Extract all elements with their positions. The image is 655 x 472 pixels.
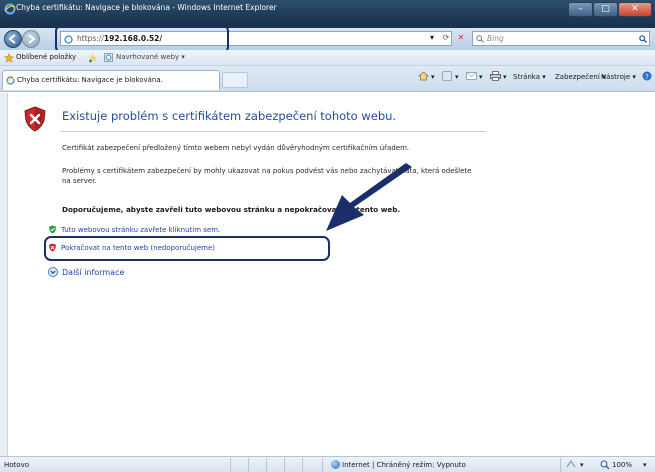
add-favorite-icon[interactable]	[88, 53, 98, 63]
address-dropdown-button[interactable]: ▾	[427, 31, 437, 45]
tools-menu[interactable]: Nástroje ▾	[601, 73, 641, 81]
tab-page-icon	[6, 76, 15, 85]
status-separator	[230, 458, 231, 472]
favorites-star-icon	[4, 53, 14, 63]
status-separator	[322, 458, 323, 472]
shield-error-icon	[24, 106, 46, 132]
protected-mode-dropdown[interactable]: ▾	[580, 461, 584, 469]
bing-icon	[476, 35, 484, 43]
title-divider	[60, 131, 486, 132]
status-bar: Hotovo Internet | Chráněný režim: Vypnut…	[0, 456, 655, 472]
protected-mode-icon[interactable]	[566, 460, 576, 469]
svg-text:?: ?	[645, 73, 649, 81]
zoom-level[interactable]: 100%	[612, 461, 632, 469]
left-frame-border	[0, 93, 8, 456]
certificate-explanation: Certifikát zabezpečení předložený tímto …	[62, 144, 410, 152]
feeds-icon[interactable]	[442, 71, 452, 81]
status-separator	[284, 458, 285, 472]
close-page-link-label: Tuto webovou stránku zavřete kliknutím s…	[61, 226, 221, 234]
internet-zone-icon	[331, 460, 340, 469]
forward-button[interactable]	[22, 30, 40, 48]
search-placeholder: Bing	[487, 34, 504, 43]
favorites-bar: Oblíbené položky Navrhované weby ▾	[0, 50, 655, 66]
safety-menu[interactable]: Zabezpečení ▾	[555, 73, 606, 81]
favorites-button[interactable]: Oblíbené položky	[16, 53, 76, 61]
green-shield-icon	[49, 225, 56, 234]
minimize-button[interactable]: –	[568, 2, 593, 17]
zoom-dropdown[interactable]: ▾	[643, 461, 647, 469]
status-separator	[302, 458, 303, 472]
home-icon[interactable]	[418, 71, 429, 81]
feeds-dropdown[interactable]: ▾	[455, 73, 459, 81]
back-arrow-icon	[8, 34, 16, 44]
mail-icon[interactable]	[466, 72, 477, 80]
search-icon[interactable]	[639, 35, 647, 43]
print-icon[interactable]	[490, 71, 501, 81]
suggested-sites-button[interactable]: Navrhované weby ▾	[116, 53, 185, 61]
annotation-arrow-icon	[326, 163, 412, 231]
security-zone-text[interactable]: Internet | Chráněný režim: Vypnuto	[342, 461, 466, 469]
forward-arrow-icon	[28, 34, 36, 44]
maximize-button[interactable]: □	[593, 2, 618, 17]
status-separator	[266, 458, 267, 472]
status-separator	[248, 458, 249, 472]
page-title: Existuje problém s certifikátem zabezpeč…	[62, 109, 397, 123]
close-window-button[interactable]: ✕	[618, 2, 652, 17]
ie-logo-icon	[4, 3, 16, 15]
print-dropdown[interactable]: ▾	[503, 73, 507, 81]
home-dropdown[interactable]: ▾	[431, 73, 435, 81]
continue-annotation-outline	[44, 236, 330, 261]
address-annotation-outline	[55, 25, 229, 53]
more-information-link[interactable]: Další informace	[48, 267, 124, 277]
zoom-icon[interactable]	[600, 460, 610, 470]
refresh-button[interactable]: ⟳	[441, 31, 451, 45]
stop-button[interactable]: ✕	[456, 31, 466, 45]
mail-dropdown[interactable]: ▾	[479, 73, 483, 81]
new-tab-button[interactable]	[222, 72, 248, 88]
window-titlebar: Chyba certifikátu: Navigace je blokována…	[0, 0, 655, 28]
status-separator	[560, 458, 561, 472]
page-content: Existuje problém s certifikátem zabezpeč…	[8, 93, 653, 456]
window-title: Chyba certifikátu: Navigace je blokována…	[16, 3, 277, 12]
page-menu[interactable]: Stránka ▾	[513, 73, 546, 81]
search-input[interactable]: Bing	[472, 31, 650, 46]
back-button[interactable]	[4, 30, 22, 48]
close-page-link[interactable]: Tuto webovou stránku zavřete kliknutím s…	[48, 225, 220, 234]
tab-current[interactable]: Chyba certifikátu: Navigace je blokována…	[2, 70, 220, 90]
expand-chevron-icon	[48, 267, 58, 277]
help-icon[interactable]: ?	[642, 71, 652, 81]
status-text: Hotovo	[4, 461, 29, 469]
tab-command-bar: Chyba certifikátu: Navigace je blokována…	[0, 66, 655, 92]
tab-label: Chyba certifikátu: Navigace je blokována…	[17, 76, 163, 84]
suggested-sites-icon	[104, 53, 113, 62]
more-information-label: Další informace	[62, 268, 125, 277]
